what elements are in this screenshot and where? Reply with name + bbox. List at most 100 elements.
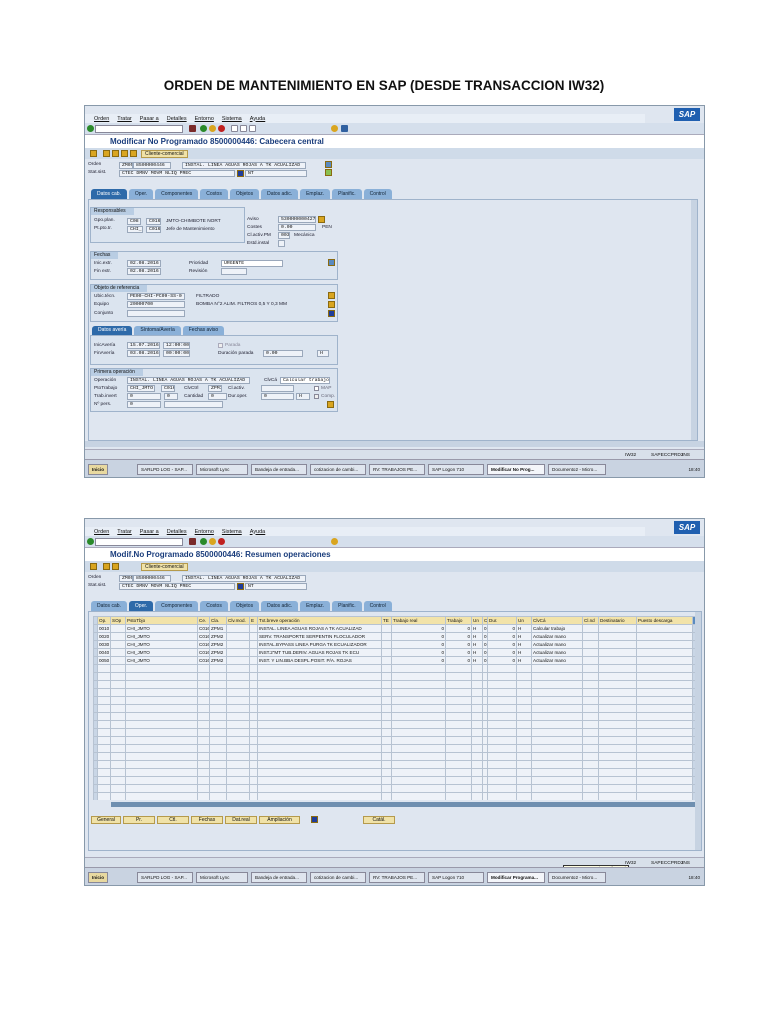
table-cell[interactable]	[226, 784, 250, 793]
table-cell[interactable]	[487, 680, 517, 689]
table-cell[interactable]	[582, 752, 599, 761]
table-cell[interactable]	[582, 672, 599, 681]
column-header[interactable]: Cla.	[209, 616, 227, 625]
table-cell[interactable]	[636, 744, 693, 753]
table-cell[interactable]	[249, 680, 258, 689]
table-cell[interactable]	[249, 736, 258, 745]
table-cell[interactable]	[598, 720, 637, 729]
components-icon[interactable]	[112, 150, 119, 157]
display-change-icon[interactable]	[90, 150, 97, 157]
table-cell[interactable]	[381, 624, 392, 633]
table-cell[interactable]	[636, 648, 693, 657]
table-cell[interactable]	[582, 688, 599, 697]
table-cell[interactable]	[249, 784, 258, 793]
table-cell[interactable]	[257, 680, 382, 689]
column-header[interactable]: Dur.	[487, 616, 517, 625]
table-row[interactable]: 0050 CHI_JMTO C016 ZPM2 INST. Y LIN.BBA DESP…	[93, 656, 697, 665]
column-header[interactable]: Trabajo real	[391, 616, 446, 625]
table-cell[interactable]: INSTAL.BYPASS LINEA PURGA TK ECUALIZADOR	[257, 640, 382, 649]
table-cell[interactable]	[582, 768, 599, 777]
table-cell[interactable]	[110, 696, 126, 705]
table-horizontal-scrollbar[interactable]	[111, 802, 697, 807]
table-cell[interactable]: CHI_JMTO	[125, 624, 198, 633]
table-cell[interactable]	[391, 664, 446, 673]
table-cell[interactable]	[125, 728, 198, 737]
tab-datos-cab[interactable]: Datos cab.	[91, 189, 127, 199]
tab-costos[interactable]: Costos	[200, 601, 228, 611]
table-cell[interactable]	[257, 704, 382, 713]
column-header[interactable]: Destinatario	[598, 616, 637, 625]
table-cell[interactable]	[257, 696, 382, 705]
table-row[interactable]	[93, 784, 697, 793]
table-cell[interactable]	[516, 744, 532, 753]
table-cell[interactable]	[471, 744, 483, 753]
table-cell[interactable]	[636, 760, 693, 769]
column-header[interactable]: Clv.mod.	[226, 616, 250, 625]
table-row[interactable]	[93, 744, 697, 753]
table-cell[interactable]: 0	[445, 624, 472, 633]
table-cell[interactable]: 0	[487, 632, 517, 641]
table-cell[interactable]	[257, 744, 382, 753]
tab-objetos[interactable]: Objetos	[229, 601, 260, 611]
table-cell[interactable]	[636, 736, 693, 745]
table-row[interactable]	[93, 696, 697, 705]
table-cell[interactable]	[110, 752, 126, 761]
table-cell[interactable]	[110, 768, 126, 777]
table-cell[interactable]	[516, 720, 532, 729]
tab-oper[interactable]: Oper.	[128, 189, 154, 199]
table-cell[interactable]	[97, 704, 111, 713]
table-cell[interactable]	[391, 760, 446, 769]
ampliacion-button[interactable]: Ampliación	[259, 816, 300, 824]
table-cell[interactable]	[249, 752, 258, 761]
table-cell[interactable]	[391, 704, 446, 713]
table-cell[interactable]	[598, 664, 637, 673]
help-icon[interactable]	[331, 538, 338, 545]
table-cell[interactable]	[197, 784, 210, 793]
menu-entorno[interactable]: Entorno	[195, 529, 214, 535]
table-cell[interactable]	[125, 696, 198, 705]
table-cell[interactable]: 0	[487, 624, 517, 633]
documents-icon[interactable]	[121, 150, 128, 157]
table-cell[interactable]	[582, 784, 599, 793]
taskbar-item[interactable]: cotizacion de cambi...	[310, 464, 366, 475]
table-cell[interactable]	[391, 752, 446, 761]
subtab-datos-averia[interactable]: Datos avería	[92, 326, 133, 335]
table-cell[interactable]: ZPM2	[209, 632, 227, 641]
table-cell[interactable]	[381, 792, 392, 800]
table-cell[interactable]	[516, 784, 532, 793]
menu-pasar-a[interactable]: Pasar a	[140, 116, 159, 122]
table-cell[interactable]: 0	[487, 640, 517, 649]
subtab-fechas-aviso[interactable]: Fechas aviso	[182, 326, 225, 335]
revision-field[interactable]	[221, 268, 247, 275]
taskbar-item[interactable]: SARLPD LOG - SAP...	[137, 872, 193, 883]
partner-icon[interactable]	[130, 150, 137, 157]
start-button[interactable]: Inicio	[88, 872, 108, 883]
table-cell[interactable]: 0	[391, 624, 446, 633]
table-cell[interactable]	[445, 792, 472, 800]
table-cell[interactable]	[636, 792, 693, 800]
print-icon[interactable]	[231, 125, 238, 132]
table-cell[interactable]	[125, 664, 198, 673]
orden-description-field[interactable]: INSTAL. LINEA AGUAS ROJAS A TK ACUALIZAD	[182, 162, 306, 169]
table-cell[interactable]	[125, 760, 198, 769]
enter-icon[interactable]	[87, 538, 94, 545]
table-cell[interactable]: C016	[197, 656, 210, 665]
planner-group-field[interactable]: C08	[127, 218, 141, 225]
tab-datos-cab[interactable]: Datos cab.	[91, 601, 127, 611]
menu-orden[interactable]: Orden	[94, 116, 109, 122]
menu-entorno[interactable]: Entorno	[195, 116, 214, 122]
tab-oper[interactable]: Oper.	[128, 601, 154, 611]
table-cell[interactable]	[249, 792, 258, 800]
column-header[interactable]: Un	[471, 616, 483, 625]
table-cell[interactable]	[516, 760, 532, 769]
table-cell[interactable]: H	[471, 632, 483, 641]
table-cell[interactable]	[257, 760, 382, 769]
orden-description-field[interactable]: INSTAL. LINEA AGUAS ROJAS A TK ACUALIZAD	[182, 575, 306, 582]
taskbar-item[interactable]: Documento2 - Micro...	[548, 464, 606, 475]
table-cell[interactable]	[391, 720, 446, 729]
table-cell[interactable]: H	[471, 624, 483, 633]
table-cell[interactable]	[636, 752, 693, 761]
table-cell[interactable]	[636, 672, 693, 681]
table-cell[interactable]	[445, 768, 472, 777]
table-cell[interactable]	[97, 712, 111, 721]
